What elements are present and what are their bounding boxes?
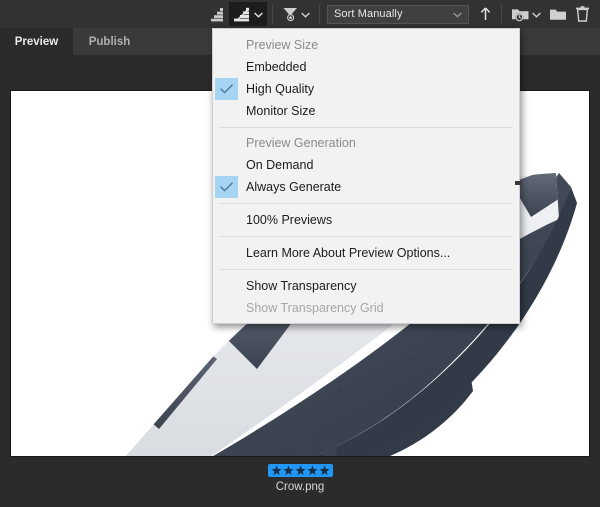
menu-item-always-generate[interactable]: Always Generate	[213, 176, 519, 198]
preview-quality-icon[interactable]	[229, 2, 267, 26]
menu-header-preview-size: Preview Size	[246, 38, 319, 52]
bridge-preview-panel: Sort Manually Preview Publish Crow.png P…	[0, 0, 600, 507]
star-icon	[295, 465, 305, 475]
chevron-down-icon	[532, 5, 541, 23]
toolbar-left-group: Sort Manually	[205, 0, 594, 28]
star-icon	[283, 465, 293, 475]
tab-preview-label: Preview	[14, 35, 59, 48]
star-icon	[319, 465, 329, 475]
menu-item-embedded[interactable]: Embedded	[213, 56, 519, 78]
filter-items-icon[interactable]	[278, 2, 314, 26]
menu-item-learn-more[interactable]: Learn More About Preview Options...	[213, 242, 519, 264]
up-arrow-glyph	[480, 7, 491, 20]
menu-item-high-quality[interactable]: High Quality	[213, 78, 519, 100]
menu-item-label: Show Transparency	[246, 279, 357, 293]
delete-icon[interactable]	[571, 2, 594, 26]
star-rating[interactable]	[267, 464, 333, 477]
menu-item-100-previews[interactable]: 100% Previews	[213, 209, 519, 231]
filename-label: Crow.png	[275, 481, 325, 493]
menu-item-on-demand[interactable]: On Demand	[213, 154, 519, 176]
toolbar-separator-2	[319, 5, 320, 23]
tab-publish[interactable]: Publish	[73, 28, 146, 55]
toolbar-separator-1	[272, 5, 273, 23]
menu-item-label: Embedded	[246, 60, 307, 74]
menu-item-label: High Quality	[246, 82, 315, 96]
menu-edge-marker	[515, 181, 522, 185]
menu-item-monitor-size[interactable]: Monitor Size	[213, 100, 519, 122]
toolbar: Sort Manually	[0, 0, 600, 28]
menu-separator-1	[219, 127, 513, 128]
chevron-down-icon	[254, 5, 263, 23]
menu-item-label: On Demand	[246, 158, 314, 172]
sort-select[interactable]: Sort Manually	[327, 4, 469, 24]
preview-options-menu: Preview Size Embedded High Quality Monit…	[212, 28, 522, 324]
new-folder-icon[interactable]	[545, 2, 571, 26]
menu-item-label: Show Transparency Grid	[246, 301, 384, 315]
menu-item-show-transparency[interactable]: Show Transparency	[213, 275, 519, 297]
chevron-down-icon	[453, 5, 462, 23]
thumbnail-quality-icon[interactable]	[205, 2, 229, 26]
thumbnail-quality-glyph	[211, 7, 223, 21]
sort-select-value: Sort Manually	[334, 8, 403, 20]
check-icon	[215, 176, 238, 198]
menu-header-preview-generation: Preview Generation	[246, 136, 356, 150]
tab-publish-label: Publish	[88, 35, 131, 48]
recent-folders-icon[interactable]	[507, 2, 545, 26]
menu-item-show-transparency-grid: Show Transparency Grid	[213, 297, 519, 319]
star-icon	[271, 465, 281, 475]
folder-clock-glyph	[512, 9, 529, 22]
chevron-down-icon	[301, 5, 310, 23]
menu-separator-4	[219, 269, 513, 270]
menu-item-label: Always Generate	[246, 180, 342, 194]
menu-separator-2	[219, 203, 513, 204]
menu-item-label: 100% Previews	[246, 213, 333, 227]
trash-glyph	[576, 5, 589, 22]
filter-funnel-glyph	[283, 8, 297, 22]
check-icon	[215, 78, 238, 100]
menu-item-label: Monitor Size	[246, 104, 316, 118]
toolbar-separator-3	[501, 5, 502, 23]
menu-item-label: Learn More About Preview Options...	[246, 246, 451, 260]
star-icon	[307, 465, 317, 475]
tab-preview[interactable]: Preview	[0, 28, 73, 55]
sort-ascending-icon[interactable]	[475, 2, 496, 26]
preview-footer: Crow.png	[0, 457, 600, 507]
preview-quality-glyph	[234, 7, 250, 21]
menu-separator-3	[219, 236, 513, 237]
folder-glyph	[550, 9, 566, 20]
